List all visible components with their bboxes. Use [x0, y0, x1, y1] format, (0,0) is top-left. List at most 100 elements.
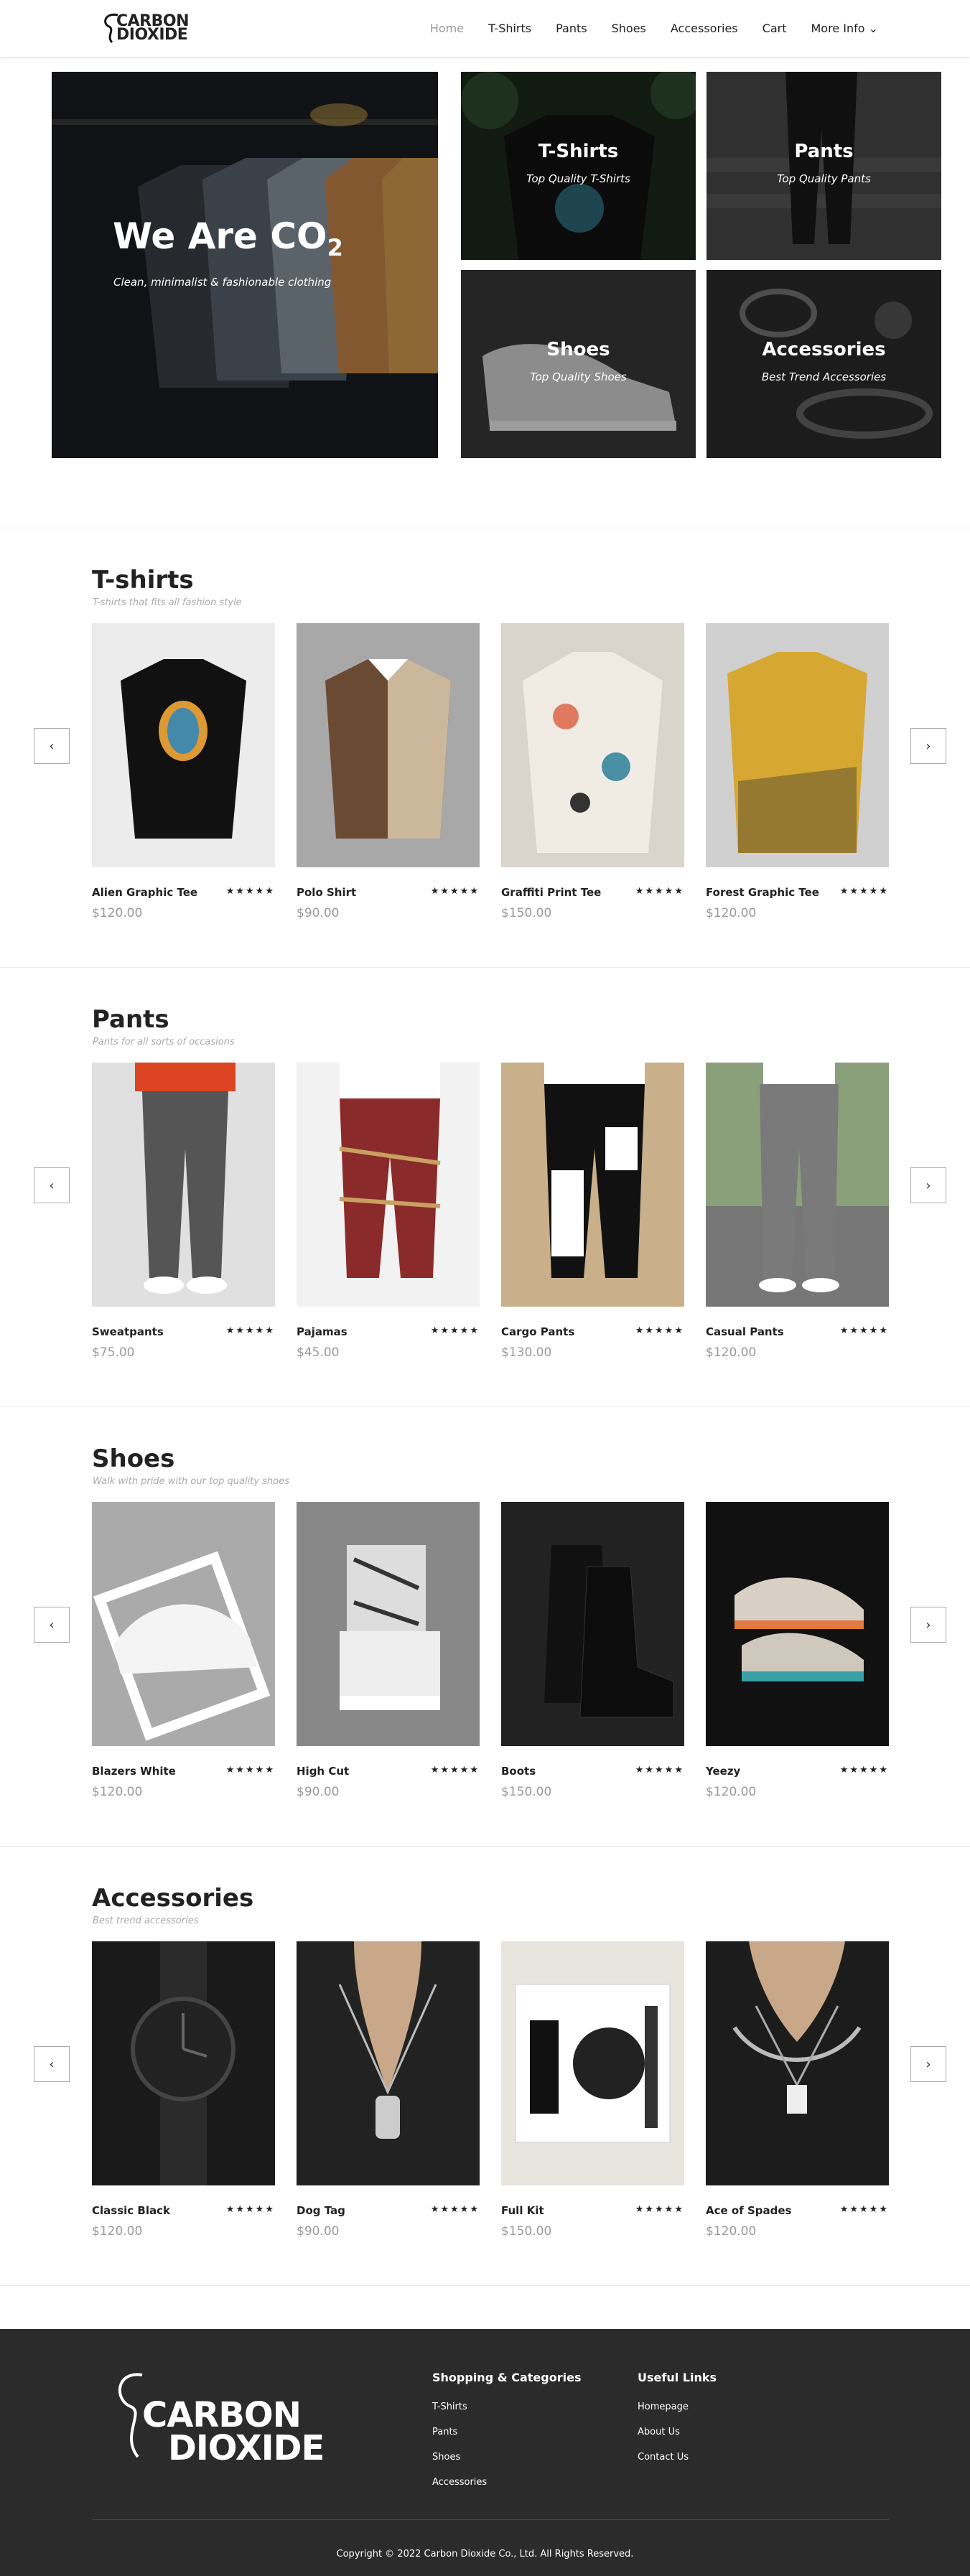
- rating-stars: ★★★★★: [635, 2204, 684, 2215]
- footer-useful-links: Useful Links Homepage About Us Contact U…: [638, 2371, 717, 2477]
- footer-link-accessories[interactable]: Accessories: [432, 2477, 581, 2488]
- product-name: Pajamas: [297, 1325, 348, 1338]
- product-card[interactable]: Yeezy ★★★★★ $120.00: [706, 1502, 889, 1799]
- product-image: [706, 623, 889, 867]
- hero-title: We Are CO2: [113, 215, 343, 261]
- product-card[interactable]: Forest Graphic Tee ★★★★★ $120.00: [706, 623, 889, 920]
- product-card[interactable]: Full Kit ★★★★★ $150.00: [501, 1941, 684, 2239]
- product-price: $90.00: [297, 2224, 340, 2239]
- section-accessories: Accessories Best trend accessories ‹ › C…: [0, 1847, 970, 2286]
- rating-stars: ★★★★★: [225, 1325, 275, 1336]
- category-tile-accessories[interactable]: Accessories Best Trend Accessories: [706, 270, 941, 458]
- product-card[interactable]: Alien Graphic Tee ★★★★★ $120.00: [92, 623, 275, 920]
- category-tile-shoes[interactable]: Shoes Top Quality Shoes: [461, 270, 696, 458]
- product-card[interactable]: Polo Shirt ★★★★★ $90.00: [297, 623, 480, 920]
- tile-subtitle: Top Quality T-Shirts: [526, 172, 630, 185]
- nav-home[interactable]: Home: [430, 22, 464, 35]
- product-image: [501, 1941, 684, 2185]
- rating-stars: ★★★★★: [839, 886, 889, 897]
- footer-link-homepage[interactable]: Homepage: [638, 2402, 717, 2412]
- product-image: [297, 1502, 480, 1746]
- product-card[interactable]: Pajamas ★★★★★ $45.00: [297, 1063, 480, 1360]
- product-image: [92, 1063, 275, 1307]
- section-tshirts: T-shirts T-shirts that fits all fashion …: [0, 528, 970, 968]
- product-price: $90.00: [297, 906, 340, 920]
- product-price: $150.00: [501, 906, 552, 920]
- product-image: [297, 1063, 480, 1307]
- product-name: Cargo Pants: [501, 1325, 575, 1338]
- tile-title: Accessories: [762, 339, 886, 360]
- footer-link-pants[interactable]: Pants: [432, 2427, 581, 2437]
- product-card[interactable]: Sweatpants ★★★★★ $75.00: [92, 1063, 275, 1360]
- nav-shoes[interactable]: Shoes: [612, 22, 646, 35]
- product-card[interactable]: Ace of Spades ★★★★★ $120.00: [706, 1941, 889, 2239]
- product-image: [92, 1941, 275, 2185]
- product-card[interactable]: Graffiti Print Tee ★★★★★ $150.00: [501, 623, 684, 920]
- carousel-prev-button[interactable]: ‹: [34, 2046, 70, 2082]
- product-name: Alien Graphic Tee: [92, 886, 198, 899]
- product-name: Full Kit: [501, 2204, 544, 2217]
- rating-stars: ★★★★★: [430, 886, 480, 897]
- product-card[interactable]: High Cut ★★★★★ $90.00: [297, 1502, 480, 1799]
- nav-cart[interactable]: Cart: [763, 22, 787, 35]
- carousel-prev-button[interactable]: ‹: [34, 728, 70, 764]
- carousel-prev-button[interactable]: ‹: [34, 1607, 70, 1643]
- footer-col-title: Useful Links: [638, 2371, 717, 2384]
- section-subtitle: Best trend accessories: [93, 1915, 199, 1926]
- product-image: [92, 1502, 275, 1746]
- product-price: $150.00: [501, 2224, 552, 2239]
- product-name: Yeezy: [706, 1765, 741, 1778]
- product-name: Sweatpants: [92, 1325, 164, 1338]
- footer-link-shoes[interactable]: Shoes: [432, 2452, 581, 2463]
- nav-more-info[interactable]: More Info ⌄: [811, 22, 878, 35]
- carousel-next-button[interactable]: ›: [910, 1167, 946, 1203]
- product-card[interactable]: Dog Tag ★★★★★ $90.00: [297, 1941, 480, 2239]
- product-name: Ace of Spades: [706, 2204, 792, 2217]
- carousel-next-button[interactable]: ›: [910, 728, 946, 764]
- hero-subtitle: Clean, minimalist & fashionable clothing: [113, 276, 332, 289]
- footer-col-title: Shopping & Categories: [432, 2371, 582, 2384]
- product-card[interactable]: Casual Pants ★★★★★ $120.00: [706, 1063, 889, 1360]
- site-footer: CARBON DIOXIDE Shopping & Categories T-S…: [0, 2329, 970, 2576]
- carousel-next-button[interactable]: ›: [910, 1607, 946, 1643]
- product-price: $130.00: [501, 1345, 552, 1360]
- footer-link-contact-us[interactable]: Contact Us: [638, 2452, 717, 2463]
- carousel-next-button[interactable]: ›: [910, 2046, 946, 2082]
- product-price: $120.00: [706, 906, 757, 920]
- site-logo[interactable]: CARBON DIOXIDE: [101, 12, 190, 45]
- category-tile-pants[interactable]: Pants Top Quality Pants: [706, 72, 941, 260]
- product-card[interactable]: Classic Black ★★★★★ $120.00: [92, 1941, 275, 2239]
- product-name: Polo Shirt: [297, 886, 357, 899]
- carousel-prev-button[interactable]: ‹: [34, 1167, 70, 1203]
- product-image: [706, 1063, 889, 1307]
- product-price: $120.00: [92, 2224, 143, 2239]
- tile-title: Pants: [794, 141, 854, 162]
- product-card[interactable]: Boots ★★★★★ $150.00: [501, 1502, 684, 1799]
- section-title: T-shirts: [92, 566, 194, 594]
- category-tile-tshirts[interactable]: T-Shirts Top Quality T-Shirts: [461, 72, 696, 260]
- nav-pants[interactable]: Pants: [556, 22, 587, 35]
- hero-section: We Are CO2 Clean, minimalist & fashionab…: [0, 57, 970, 528]
- product-price: $120.00: [92, 906, 143, 920]
- tile-accessories-image: [706, 270, 941, 458]
- product-image: [92, 623, 275, 867]
- product-image: [297, 623, 480, 867]
- tile-title: Shoes: [546, 339, 610, 360]
- section-subtitle: Walk with pride with our top quality sho…: [93, 1476, 289, 1487]
- product-card[interactable]: Blazers White ★★★★★ $120.00: [92, 1502, 275, 1799]
- product-name: High Cut: [297, 1765, 350, 1778]
- product-image: [501, 1502, 684, 1746]
- logo-bottom-text: DIOXIDE: [116, 25, 188, 44]
- product-name: Forest Graphic Tee: [706, 886, 819, 899]
- rating-stars: ★★★★★: [635, 1325, 684, 1336]
- rating-stars: ★★★★★: [430, 1325, 480, 1336]
- footer-link-tshirts[interactable]: T-Shirts: [432, 2402, 581, 2412]
- footer-link-about-us[interactable]: About Us: [638, 2427, 717, 2437]
- tile-tshirt-image: [461, 72, 696, 260]
- product-card[interactable]: Cargo Pants ★★★★★ $130.00: [501, 1063, 684, 1360]
- tile-subtitle: Top Quality Pants: [777, 172, 871, 185]
- product-price: $120.00: [92, 1785, 143, 1799]
- section-shoes: Shoes Walk with pride with our top quali…: [0, 1407, 970, 1847]
- nav-accessories[interactable]: Accessories: [671, 22, 738, 35]
- nav-tshirts[interactable]: T-Shirts: [488, 22, 531, 35]
